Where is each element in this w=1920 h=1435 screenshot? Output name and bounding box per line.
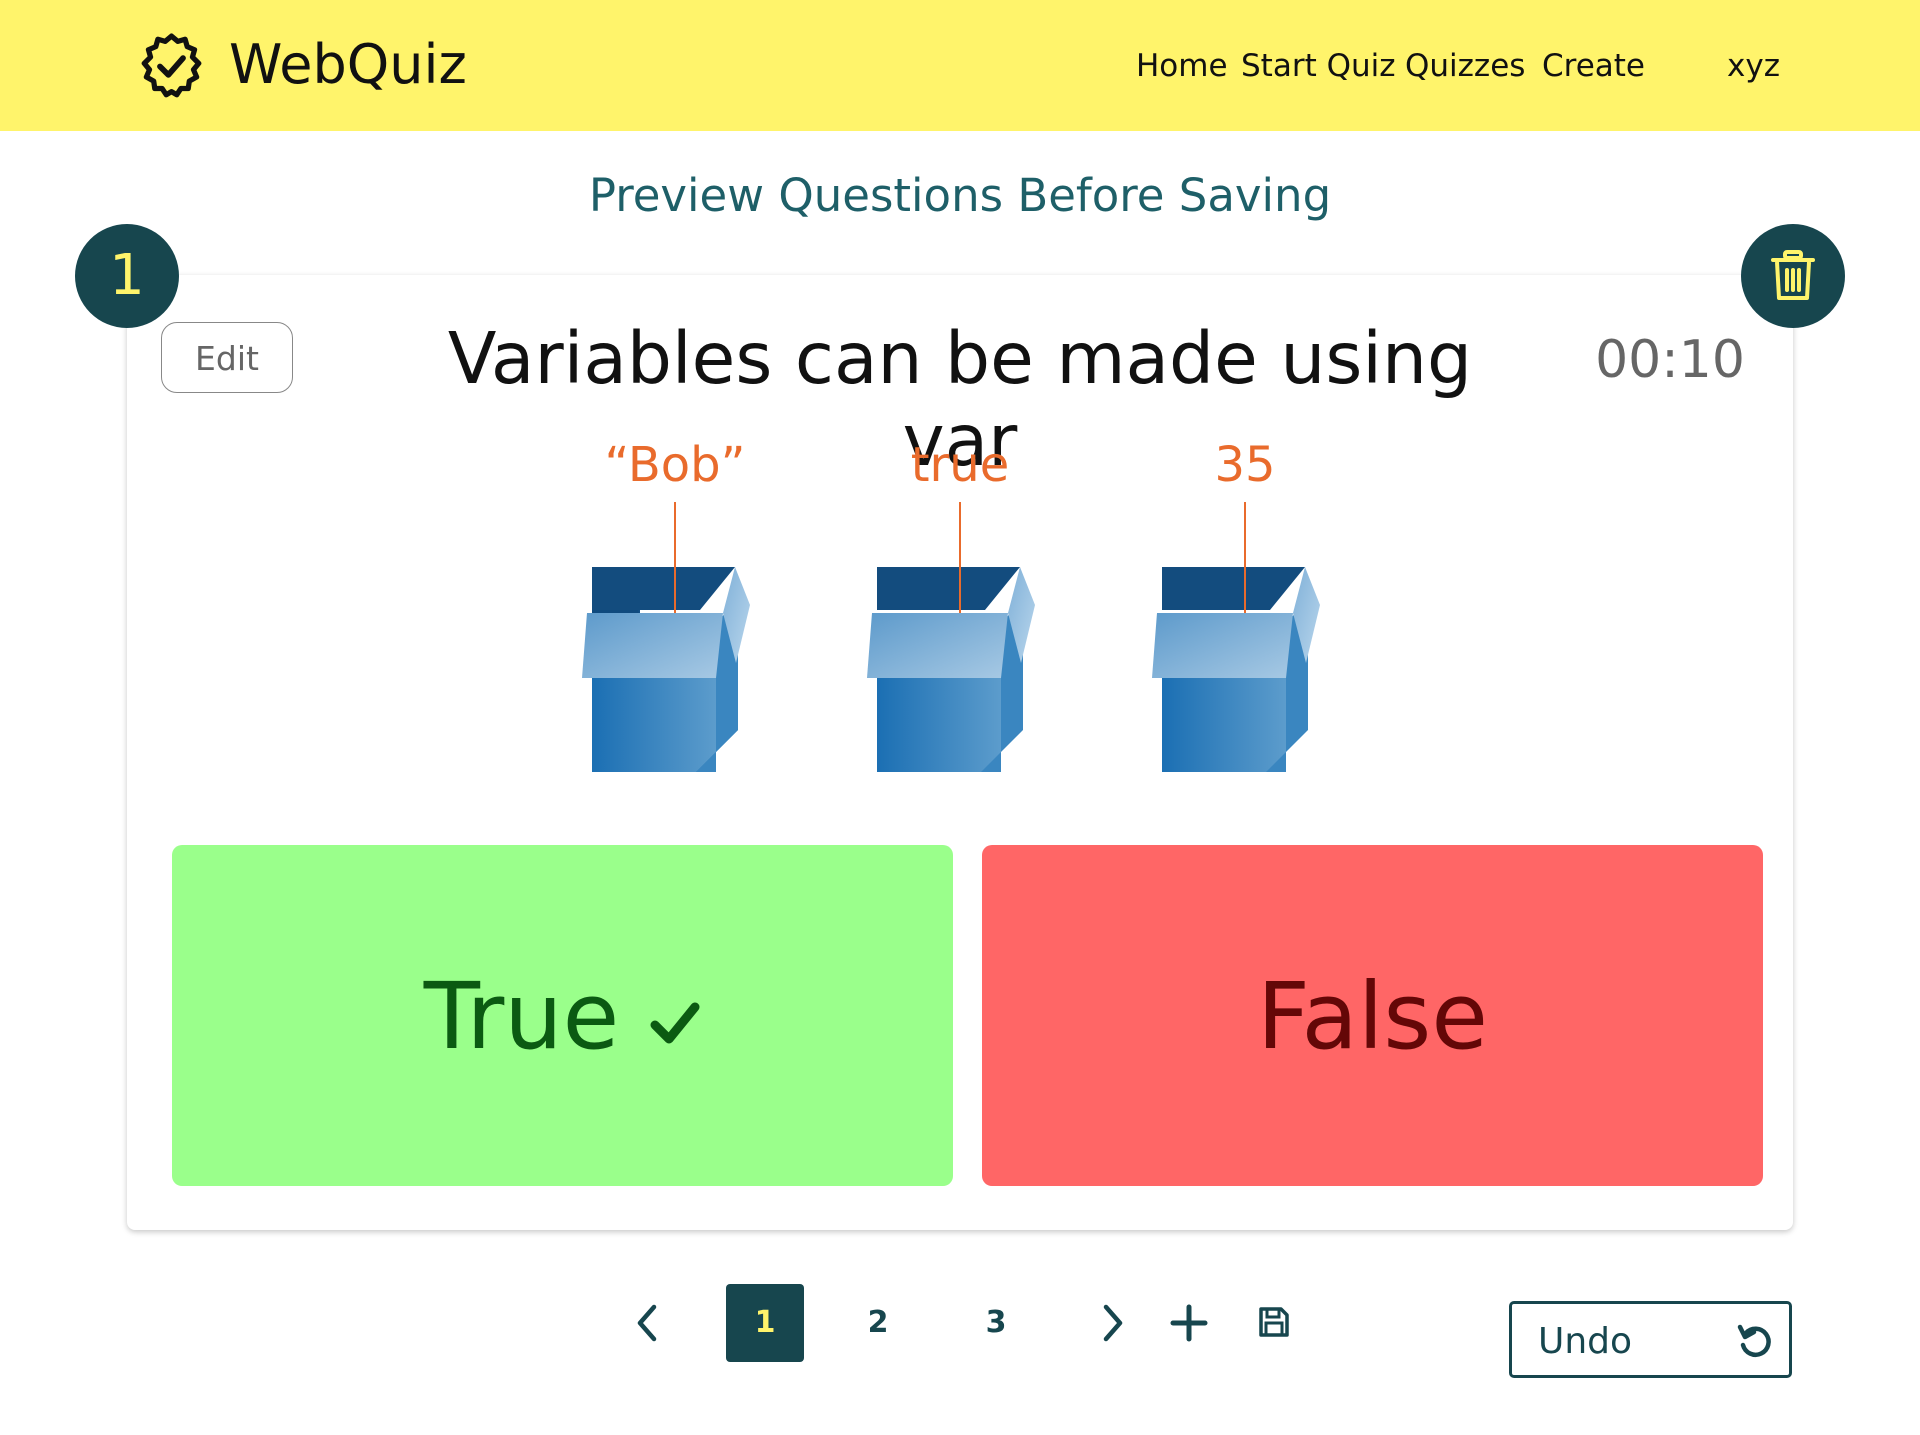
box-label-1: “Bob” <box>604 437 746 493</box>
save-quiz-icon[interactable] <box>1257 1305 1291 1339</box>
nav-home-link[interactable]: Home <box>1136 48 1228 84</box>
delete-question-button[interactable] <box>1741 224 1845 328</box>
nav-create-link[interactable]: Create <box>1542 48 1645 84</box>
page-button-1[interactable]: 1 <box>726 1284 804 1362</box>
box-label-2: true <box>910 437 1010 493</box>
user-menu[interactable]: xyz <box>1727 48 1780 84</box>
undo-label: Undo <box>1538 1321 1633 1362</box>
brand-name[interactable]: WebQuiz <box>229 34 467 96</box>
previous-page-icon[interactable] <box>630 1303 666 1343</box>
trash-icon <box>1771 250 1815 300</box>
answer-true-button[interactable]: True <box>172 845 953 1186</box>
edit-question-button[interactable]: Edit <box>161 322 293 393</box>
top-nav-bar: WebQuiz Home Start Quiz Quizzes Create x… <box>0 0 1920 131</box>
gear-check-logo-icon[interactable] <box>138 33 205 100</box>
nav-start-quiz-link[interactable]: Start Quiz <box>1241 48 1396 84</box>
page-button-3[interactable]: 3 <box>957 1284 1035 1362</box>
answer-false-label: False <box>1257 963 1488 1070</box>
add-question-icon[interactable] <box>1170 1304 1208 1342</box>
undo-arrow-icon <box>1737 1324 1771 1357</box>
correct-check-icon <box>650 1002 700 1044</box>
answer-false-button[interactable]: False <box>982 845 1763 1186</box>
answer-true-label: True <box>423 963 620 1070</box>
question-timer: 00:10 <box>1595 330 1745 390</box>
box-3 <box>1152 502 1320 772</box>
box-2 <box>867 502 1035 772</box>
question-number-badge: 1 <box>75 224 179 328</box>
undo-button[interactable]: Undo <box>1509 1301 1792 1378</box>
next-page-icon[interactable] <box>1094 1303 1130 1343</box>
box-label-3: 35 <box>1214 437 1276 493</box>
page-title: Preview Questions Before Saving <box>588 169 1332 222</box>
nav-quizzes-link[interactable]: Quizzes <box>1405 48 1525 84</box>
answer-true-content: True <box>172 967 953 1067</box>
page-button-2[interactable]: 2 <box>839 1284 917 1362</box>
box-1 <box>582 502 750 772</box>
